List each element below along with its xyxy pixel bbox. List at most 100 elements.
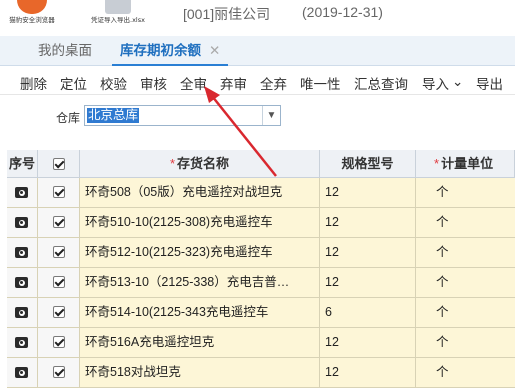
table-row[interactable]: 环奇513-10（2125-338）充电吉普… 12 个 — [7, 268, 515, 298]
row-select-cell[interactable] — [38, 298, 80, 327]
row-checkbox[interactable] — [53, 336, 65, 348]
row-select-cell[interactable] — [38, 328, 80, 357]
gear-icon[interactable] — [15, 367, 28, 378]
import-button[interactable]: 导入 ⌄ — [422, 73, 463, 93]
row-settings-cell[interactable] — [7, 298, 38, 327]
browser-desktop-shortcut[interactable]: 猫豹安全浏览器 — [2, 0, 62, 36]
row-checkbox[interactable] — [53, 186, 65, 198]
column-header-item-name-label: 存货名称 — [177, 156, 230, 171]
unaudit-button[interactable]: 弃审 — [220, 73, 247, 93]
gear-icon[interactable] — [15, 307, 28, 318]
chevron-down-icon[interactable]: ▼ — [262, 106, 280, 125]
row-checkbox[interactable] — [53, 216, 65, 228]
row-select-cell[interactable] — [38, 208, 80, 237]
uniqueness-button[interactable]: 唯一性 — [300, 73, 341, 93]
browser-shortcut-caption: 猫豹安全浏览器 — [9, 16, 55, 24]
row-settings-cell[interactable] — [7, 178, 38, 207]
column-header-unit-label: 计量单位 — [441, 156, 494, 171]
tab-inventory-opening-balance[interactable]: 库存期初余额 ✕ — [112, 36, 229, 66]
toolbar: 删除 定位 校验 审核 全审 弃审 全弃 唯一性 汇总查询 导入 ⌄ 导出 — [0, 67, 515, 95]
summary-query-button[interactable]: 汇总查询 — [354, 73, 408, 93]
table-row[interactable]: 环奇514-10(2125-343充电遥控车 6 个 — [7, 298, 515, 328]
unit-cell[interactable]: 个 — [416, 268, 515, 297]
export-button[interactable]: 导出 — [476, 73, 503, 93]
chevron-down-icon: ⌄ — [452, 74, 464, 89]
spec-cell[interactable]: 12 — [320, 328, 416, 357]
column-header-unit[interactable]: * 计量单位 — [416, 150, 515, 177]
filter-panel: 仓库 北京总库 ▼ — [0, 96, 515, 150]
table-row[interactable]: 环奇510-10(2125-308)充电遥控车 12 个 — [7, 208, 515, 238]
spec-cell[interactable]: 12 — [320, 178, 416, 207]
item-name-cell[interactable]: 环奇514-10(2125-343充电遥控车 — [80, 298, 320, 327]
unaudit-all-button[interactable]: 全弃 — [260, 73, 287, 93]
item-name-cell[interactable]: 环奇512-10(2125-323)充电遥控车 — [80, 238, 320, 267]
item-name-cell[interactable]: 环奇513-10（2125-338）充电吉普… — [80, 268, 320, 297]
audit-all-button[interactable]: 全审 — [180, 73, 207, 93]
item-name-cell[interactable]: 环奇516A充电遥控坦克 — [80, 328, 320, 357]
required-marker: * — [169, 156, 176, 171]
column-header-spec[interactable]: 规格型号 — [320, 150, 416, 177]
close-icon[interactable]: ✕ — [209, 43, 220, 58]
row-select-cell[interactable] — [38, 238, 80, 267]
row-settings-cell[interactable] — [7, 208, 38, 237]
unit-cell[interactable]: 个 — [416, 208, 515, 237]
gear-icon[interactable] — [15, 187, 28, 198]
unit-cell[interactable]: 个 — [416, 178, 515, 207]
row-select-cell[interactable] — [38, 268, 80, 297]
accounting-date-label: (2019-12-31) — [302, 4, 383, 20]
spec-cell[interactable]: 6 — [320, 298, 416, 327]
column-header-seq: 序号 — [7, 150, 38, 177]
warehouse-label: 仓库 — [56, 111, 81, 125]
row-select-cell[interactable] — [38, 178, 80, 207]
xlsx-shortcut-caption: 凭证导入导出.xlsx — [91, 16, 145, 24]
xlsx-desktop-shortcut[interactable]: 凭证导入导出.xlsx — [88, 0, 148, 36]
column-header-select-all[interactable] — [38, 150, 80, 177]
spec-cell[interactable]: 12 — [320, 358, 416, 387]
row-checkbox[interactable] — [53, 276, 65, 288]
browser-icon — [17, 0, 47, 14]
row-settings-cell[interactable] — [7, 238, 38, 267]
gear-icon[interactable] — [15, 277, 28, 288]
import-button-label: 导入 — [422, 77, 449, 92]
row-checkbox[interactable] — [53, 246, 65, 258]
locate-button[interactable]: 定位 — [60, 73, 87, 93]
spec-cell[interactable]: 12 — [320, 238, 416, 267]
tab-inventory-opening-balance-label: 库存期初余额 — [120, 43, 201, 58]
row-select-cell[interactable] — [38, 358, 80, 387]
gear-icon[interactable] — [15, 217, 28, 228]
item-name-cell[interactable]: 环奇508（05版）充电遥控对战坦克 — [80, 178, 320, 207]
verify-button[interactable]: 校验 — [100, 73, 127, 93]
spreadsheet-file-icon — [105, 0, 131, 14]
delete-button[interactable]: 删除 — [20, 73, 47, 93]
select-all-checkbox[interactable] — [53, 158, 65, 170]
company-label: [001]丽佳公司 — [183, 6, 271, 22]
warehouse-selected-value: 北京总库 — [87, 108, 140, 123]
top-strip: 猫豹安全浏览器 凭证导入导出.xlsx [001]丽佳公司 (2019-12-3… — [0, 0, 515, 36]
gear-icon[interactable] — [15, 337, 28, 348]
row-checkbox[interactable] — [53, 306, 65, 318]
unit-cell[interactable]: 个 — [416, 238, 515, 267]
unit-cell[interactable]: 个 — [416, 358, 515, 387]
unit-cell[interactable]: 个 — [416, 298, 515, 327]
row-settings-cell[interactable] — [7, 358, 38, 387]
item-name-cell[interactable]: 环奇510-10(2125-308)充电遥控车 — [80, 208, 320, 237]
warehouse-select[interactable]: 北京总库 ▼ — [84, 105, 281, 126]
audit-button[interactable]: 审核 — [140, 73, 167, 93]
spec-cell[interactable]: 12 — [320, 208, 416, 237]
table-row[interactable]: 环奇518对战坦克 12 个 — [7, 358, 515, 388]
item-name-cell[interactable]: 环奇518对战坦克 — [80, 358, 320, 387]
table-row[interactable]: 环奇516A充电遥控坦克 12 个 — [7, 328, 515, 358]
table-row[interactable]: 环奇508（05版）充电遥控对战坦克 12 个 — [7, 178, 515, 208]
inventory-grid: 序号 * 存货名称 规格型号 * 计量单位 环奇508（05版）充电遥控对战坦克 12… — [7, 150, 515, 392]
table-row[interactable]: 环奇512-10(2125-323)充电遥控车 12 个 — [7, 238, 515, 268]
tab-my-desktop[interactable]: 我的桌面 — [38, 36, 92, 66]
gear-icon[interactable] — [15, 247, 28, 258]
required-marker: * — [434, 156, 440, 171]
row-settings-cell[interactable] — [7, 268, 38, 297]
row-checkbox[interactable] — [53, 366, 65, 378]
spec-cell[interactable]: 12 — [320, 268, 416, 297]
grid-header-row: 序号 * 存货名称 规格型号 * 计量单位 — [7, 150, 515, 178]
column-header-item-name[interactable]: * 存货名称 — [80, 150, 320, 177]
unit-cell[interactable]: 个 — [416, 328, 515, 357]
row-settings-cell[interactable] — [7, 328, 38, 357]
